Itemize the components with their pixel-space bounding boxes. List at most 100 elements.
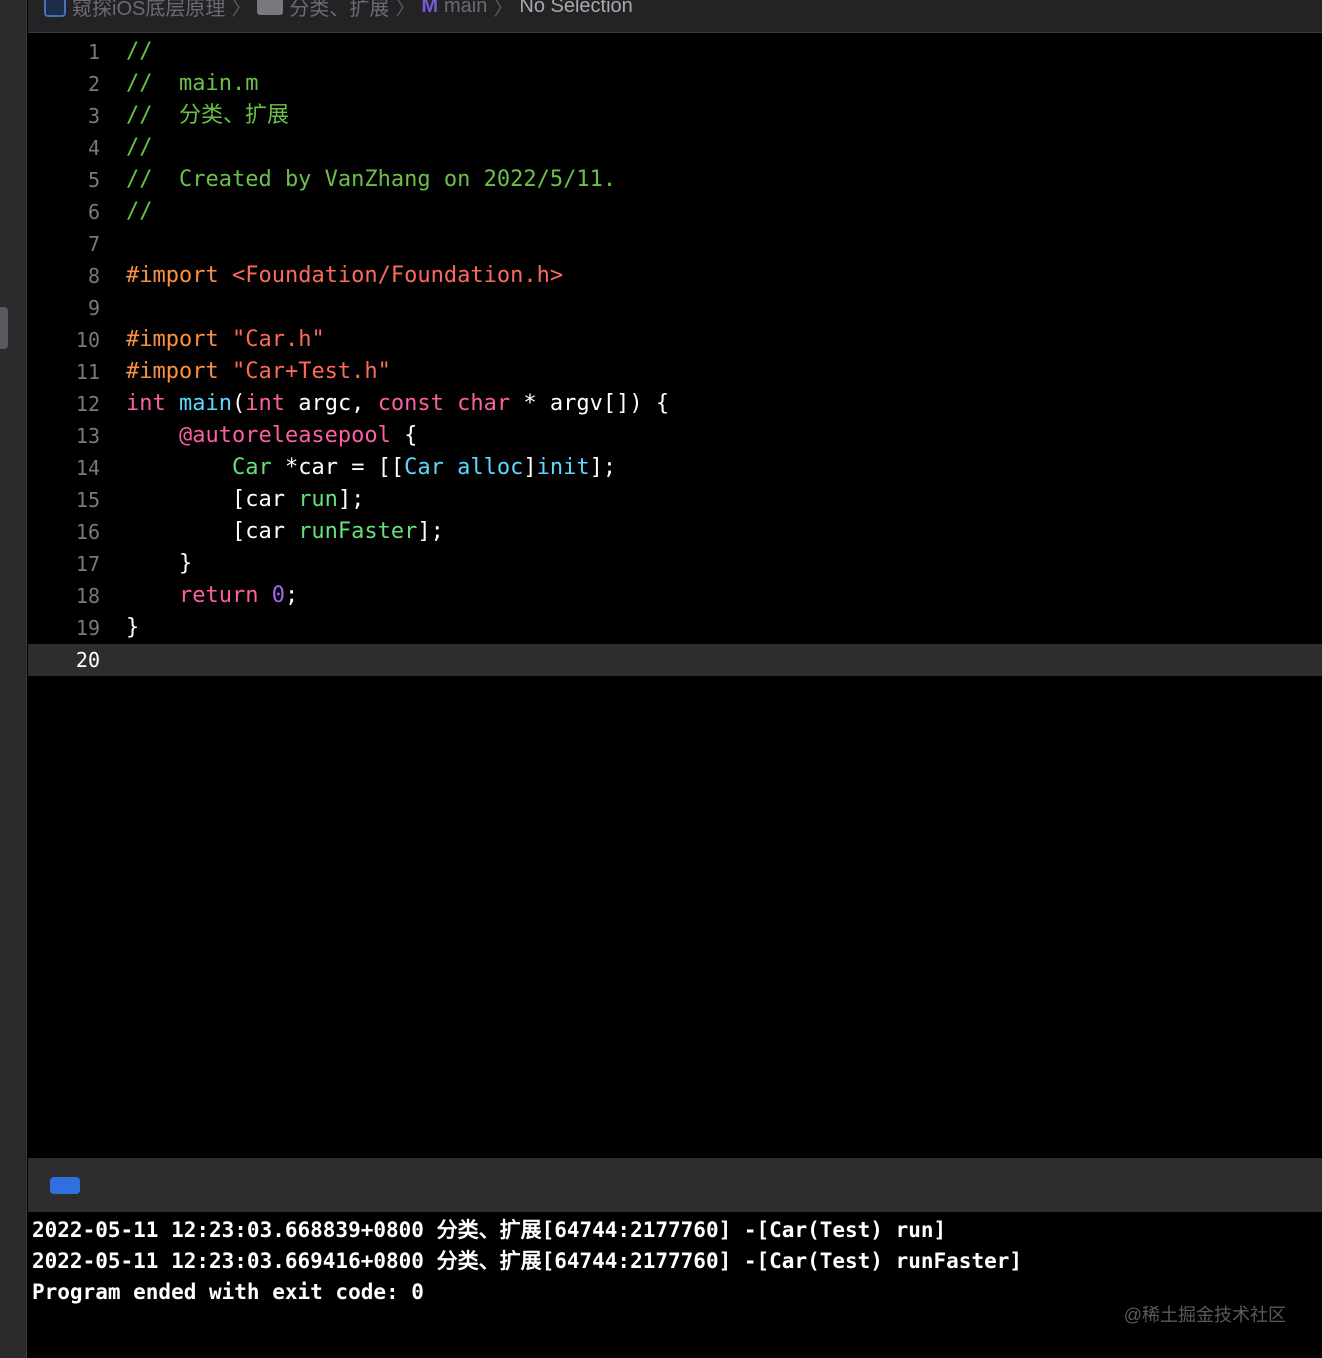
code-text[interactable]: //: [126, 132, 153, 164]
sidebar-collapse-handle[interactable]: [0, 307, 8, 349]
line-number[interactable]: 15: [28, 484, 100, 516]
console-line: Program ended with exit code: 0: [32, 1280, 424, 1304]
code-token: ];: [417, 519, 444, 544]
jumpbar-project[interactable]: 窥探iOS底层原理: [72, 0, 225, 21]
code-line[interactable]: 8 #import <Foundation/Foundation.h>: [28, 260, 1322, 292]
debug-bar: [28, 1158, 1322, 1212]
code-line[interactable]: 19}: [28, 612, 1322, 644]
code-token: "Car.h": [231, 327, 325, 352]
jumpbar-group[interactable]: 分类、扩展: [289, 0, 389, 21]
code-text[interactable]: //: [126, 36, 153, 68]
code-token: }: [126, 551, 193, 576]
line-number[interactable]: 8: [28, 260, 100, 292]
code-text[interactable]: // Created by VanZhang on 2022/5/11.: [126, 164, 616, 196]
code-line[interactable]: 6 //: [28, 196, 1322, 228]
line-number[interactable]: 9: [28, 292, 100, 324]
code-token: int: [245, 391, 299, 416]
jumpbar-file[interactable]: main: [444, 0, 487, 18]
code-line[interactable]: 3 // 分类、扩展: [28, 100, 1322, 132]
code-token: init: [536, 455, 590, 480]
code-text[interactable]: int main(int argc, const char * argv[]) …: [126, 388, 669, 420]
code-line[interactable]: 2 // main.m: [28, 68, 1322, 100]
console-line: 2022-05-11 12:23:03.668839+0800 分类、扩展[64…: [32, 1218, 947, 1242]
code-text[interactable]: // 分类、扩展: [126, 100, 289, 132]
code-line[interactable]: 4 //: [28, 132, 1322, 164]
code-token: runFaster: [298, 519, 418, 544]
code-token: (: [231, 391, 246, 416]
code-line[interactable]: 5 // Created by VanZhang on 2022/5/11.: [28, 164, 1322, 196]
code-line[interactable]: 11 #import "Car+Test.h": [28, 356, 1322, 388]
watermark: @稀土掘金技术社区: [1123, 1305, 1286, 1325]
console-output[interactable]: 2022-05-11 12:23:03.668839+0800 分类、扩展[64…: [28, 1212, 1322, 1358]
code-line[interactable]: 7: [28, 228, 1322, 260]
debug-area-toggle[interactable]: [50, 1177, 80, 1194]
line-number[interactable]: 5: [28, 164, 100, 196]
line-number[interactable]: 16: [28, 516, 100, 548]
line-number[interactable]: 13: [28, 420, 100, 452]
chevron-right-icon: 〉: [493, 0, 514, 20]
line-number[interactable]: 3: [28, 100, 100, 132]
code-token: [car: [126, 519, 299, 544]
code-token: const char: [377, 391, 524, 416]
code-text[interactable]: #import "Car.h": [126, 324, 325, 356]
line-number[interactable]: 7: [28, 228, 100, 260]
code-token: return: [178, 583, 272, 608]
code-line[interactable]: 1 //: [28, 36, 1322, 68]
code-line[interactable]: 18 return 0;: [28, 580, 1322, 612]
jumpbar-selection[interactable]: No Selection: [519, 0, 632, 18]
left-gutter-strip: [0, 0, 27, 1358]
code-token: main: [178, 391, 232, 416]
code-token: //: [126, 135, 153, 160]
line-number[interactable]: 6: [28, 196, 100, 228]
code-token: run: [298, 487, 338, 512]
code-token: [car: [126, 487, 299, 512]
line-number[interactable]: 4: [28, 132, 100, 164]
code-token: @autoreleasepool: [178, 423, 391, 448]
code-line[interactable]: 14 Car *car = [[Car alloc]init];: [28, 452, 1322, 484]
code-text[interactable]: @autoreleasepool {: [126, 420, 417, 452]
code-line[interactable]: 17 }: [28, 548, 1322, 580]
code-text[interactable]: [car run];: [126, 484, 364, 516]
code-text[interactable]: #import <Foundation/Foundation.h>: [126, 260, 563, 292]
code-line[interactable]: 15 [car run];: [28, 484, 1322, 516]
code-token: Car: [231, 455, 272, 480]
line-number[interactable]: 12: [28, 388, 100, 420]
line-number[interactable]: 17: [28, 548, 100, 580]
code-line[interactable]: 9: [28, 292, 1322, 324]
code-text[interactable]: //: [126, 196, 153, 228]
folder-icon: [257, 0, 284, 15]
code-line[interactable]: 13 @autoreleasepool {: [28, 420, 1322, 452]
code-token: ]: [523, 455, 537, 480]
code-text[interactable]: }: [126, 548, 192, 580]
code-token: // main.m: [126, 71, 259, 96]
method-icon: M: [421, 0, 439, 17]
code-text[interactable]: // main.m: [126, 68, 258, 100]
code-token: *car = [[: [271, 455, 405, 480]
code-line[interactable]: 12 int main(int argc, const char * argv[]…: [28, 388, 1322, 420]
code-token: {: [390, 423, 418, 448]
code-line[interactable]: 16 [car runFaster];: [28, 516, 1322, 548]
line-number[interactable]: 14: [28, 452, 100, 484]
code-token: // Created by VanZhang on 2022/5/11.: [126, 167, 617, 192]
code-text[interactable]: return 0;: [126, 580, 298, 612]
code-text[interactable]: }: [126, 612, 139, 644]
code-text[interactable]: #import "Car+Test.h": [126, 356, 391, 388]
line-number[interactable]: 10: [28, 324, 100, 356]
line-number[interactable]: 2: [28, 68, 100, 100]
code-token: #import: [126, 327, 232, 352]
line-number[interactable]: 18: [28, 580, 100, 612]
code-text[interactable]: [car runFaster];: [126, 516, 444, 548]
code-line[interactable]: 20: [28, 644, 1322, 676]
code-token: // 分类、扩展: [126, 103, 289, 128]
code-line[interactable]: 10 #import "Car.h": [28, 324, 1322, 356]
code-token: //: [126, 39, 153, 64]
source-editor[interactable]: 1 // 2 // main.m 3 // 分类、扩展 4 // 5 // Created by …: [28, 34, 1322, 1158]
line-number[interactable]: 1: [28, 36, 100, 68]
line-number[interactable]: 20: [28, 644, 100, 676]
code-text[interactable]: Car *car = [[Car alloc]init];: [126, 452, 616, 484]
line-number[interactable]: 11: [28, 356, 100, 388]
line-number[interactable]: 19: [28, 612, 100, 644]
